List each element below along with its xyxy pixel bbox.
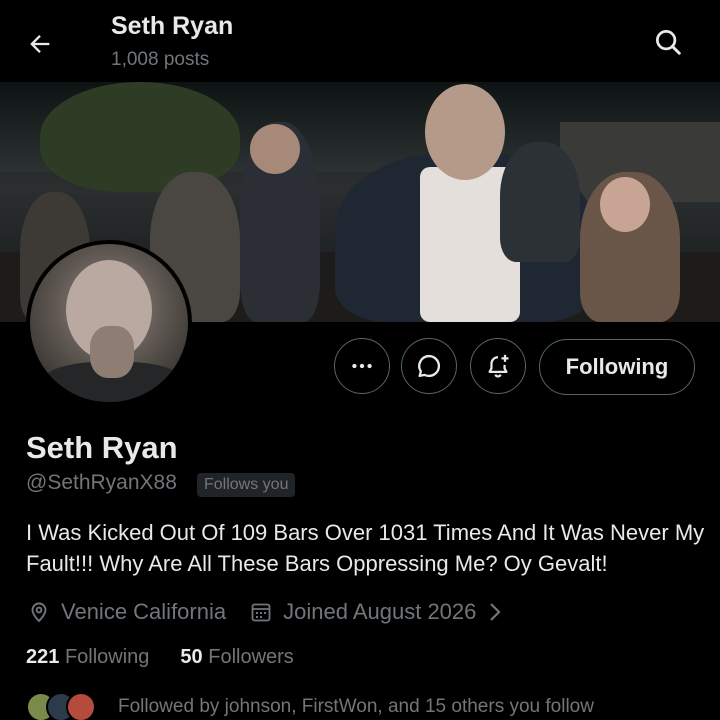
avatar-hand — [90, 326, 134, 378]
arrow-left-icon — [30, 35, 50, 53]
following-count-link[interactable]: 221 Following — [26, 646, 149, 669]
follow-counts: 221 Following 50 Followers — [26, 646, 325, 669]
followers-count: 50 — [180, 646, 203, 668]
followers-count-label: Followers — [208, 646, 294, 668]
joined-date: Joined August 2026 — [283, 599, 477, 624]
following-count-label: Following — [64, 646, 150, 668]
location-text: Venice California — [61, 599, 227, 624]
banner-figure — [425, 84, 505, 180]
display-name: Seth Ryan — [26, 430, 178, 465]
back-button[interactable] — [22, 26, 58, 62]
more-icon — [352, 363, 372, 369]
bell-plus-icon — [488, 354, 509, 378]
location-icon — [26, 599, 52, 625]
followed-by-row[interactable]: Followed by johnson, FirstWon, and 15 ot… — [26, 692, 594, 720]
message-icon — [418, 354, 441, 378]
follows-you-badge: Follows you — [197, 473, 296, 497]
top-bar: Seth Ryan 1,008 posts — [0, 0, 720, 82]
header-name: Seth Ryan — [111, 12, 234, 40]
more-button[interactable] — [334, 338, 390, 394]
following-button[interactable]: Following — [539, 339, 695, 395]
banner-figure — [250, 124, 300, 174]
user-handle: @SethRyanX88 — [26, 471, 177, 494]
mini-avatar — [66, 692, 96, 720]
avatar[interactable] — [26, 240, 192, 406]
header-post-count: 1,008 posts — [111, 49, 210, 70]
notify-button[interactable] — [470, 338, 526, 394]
banner-figure — [600, 177, 650, 232]
search-button[interactable] — [648, 22, 688, 62]
banner-figure — [500, 142, 580, 262]
followers-count-link[interactable]: 50 Followers — [180, 646, 293, 669]
message-button[interactable] — [401, 338, 457, 394]
chevron-right-icon[interactable] — [482, 599, 508, 625]
followed-by-text: Followed by johnson, FirstWon, and 15 ot… — [118, 696, 594, 717]
profile-bio: I Was Kicked Out Of 109 Bars Over 1031 T… — [26, 520, 705, 576]
profile-meta: Venice California Joined August 2026 — [26, 597, 508, 627]
calendar-icon — [248, 599, 274, 625]
search-icon — [656, 30, 681, 55]
following-count: 221 — [26, 646, 60, 668]
